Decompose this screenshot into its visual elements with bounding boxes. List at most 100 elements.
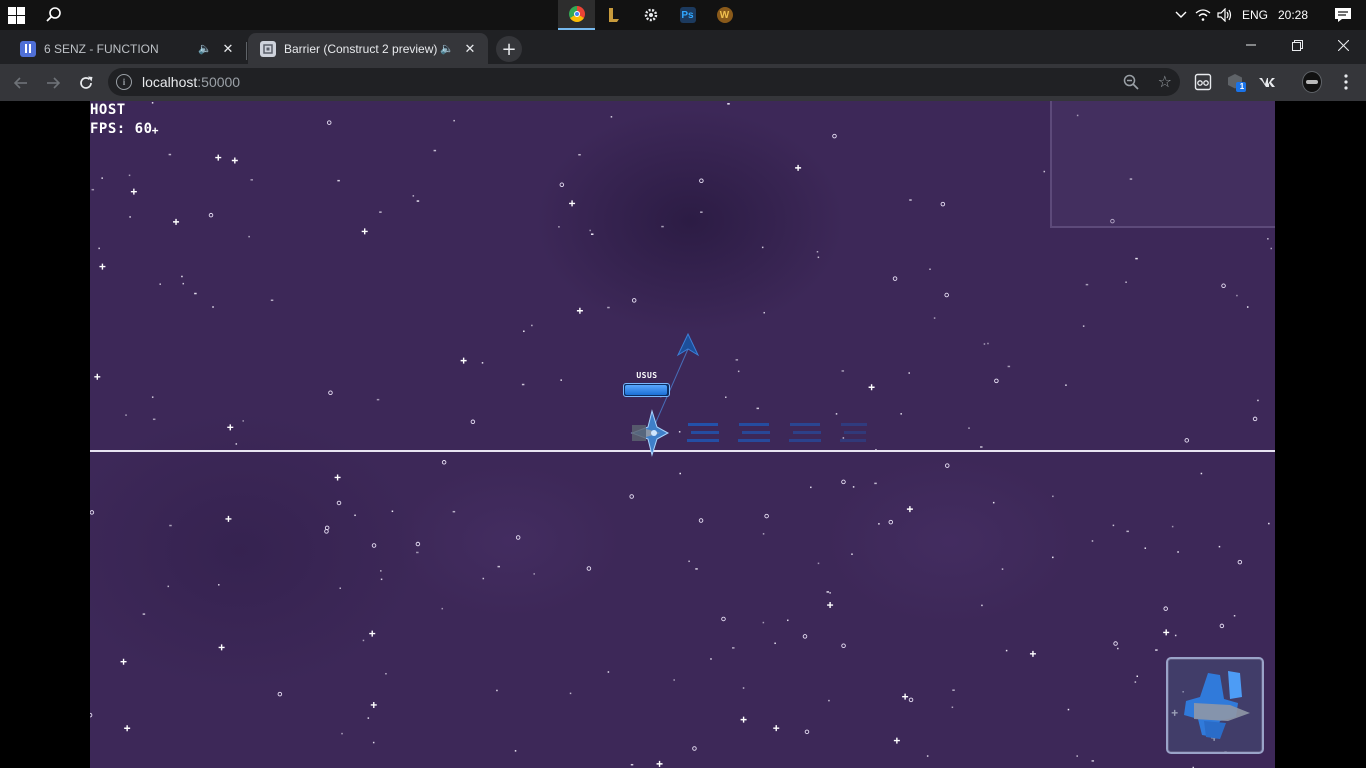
url-host: localhost	[142, 74, 198, 90]
star	[933, 317, 936, 319]
taskbar-app-warcraft[interactable]: W	[706, 0, 743, 30]
minimize-icon[interactable]	[1228, 30, 1274, 60]
star	[1135, 257, 1138, 260]
star	[560, 379, 562, 381]
star	[841, 479, 846, 485]
star	[370, 701, 377, 708]
star	[804, 729, 810, 735]
url-text[interactable]: localhost:50000	[142, 74, 240, 90]
new-tab-button[interactable]: +	[496, 36, 522, 62]
star	[1200, 472, 1203, 475]
ability-card[interactable]	[1166, 657, 1264, 754]
close-tab-icon[interactable]: ✕	[462, 41, 478, 57]
star	[735, 359, 739, 361]
star	[371, 543, 377, 548]
star	[892, 276, 898, 281]
star	[727, 103, 730, 105]
taskbar-app-league[interactable]	[595, 0, 632, 30]
engine-trail	[789, 423, 821, 442]
back-icon[interactable]	[8, 70, 34, 96]
star	[362, 639, 365, 642]
star	[740, 716, 747, 723]
star	[94, 373, 101, 380]
star	[710, 658, 712, 660]
language-indicator[interactable]: ENG	[1242, 8, 1268, 22]
star	[130, 188, 137, 195]
search-icon[interactable]	[44, 5, 64, 25]
star	[827, 602, 834, 609]
star	[1052, 556, 1054, 559]
star	[987, 342, 989, 345]
taskbar-app-photoshop[interactable]: Ps	[669, 0, 706, 30]
menu-kebab-icon[interactable]	[1336, 72, 1356, 92]
forward-icon[interactable]	[40, 70, 66, 96]
star	[630, 763, 634, 766]
star	[828, 699, 830, 702]
star	[810, 486, 812, 489]
star	[1117, 647, 1119, 650]
star	[1091, 540, 1094, 542]
star	[926, 755, 929, 757]
profile-avatar-icon[interactable]	[1302, 71, 1322, 93]
clock[interactable]: 20:28	[1278, 8, 1308, 22]
volume-icon[interactable]	[1214, 0, 1236, 30]
star	[829, 592, 831, 594]
star	[929, 268, 931, 270]
star	[336, 500, 342, 506]
star	[1163, 629, 1170, 636]
vk-icon[interactable]	[1257, 72, 1277, 92]
star	[1218, 545, 1221, 548]
star	[1221, 283, 1226, 289]
page-viewport: HOST FPS: 60 USUS	[0, 101, 1366, 768]
reload-icon[interactable]	[73, 70, 99, 96]
star	[225, 515, 232, 522]
close-window-icon[interactable]	[1320, 30, 1366, 60]
star	[968, 427, 970, 429]
star	[497, 565, 501, 568]
star	[277, 691, 283, 697]
star	[452, 510, 456, 513]
star	[590, 233, 594, 235]
star	[120, 658, 127, 665]
zoom-out-icon[interactable]	[1122, 73, 1140, 91]
speaker-icon[interactable]: 🔈	[440, 42, 454, 55]
speaker-icon[interactable]: 🔈	[198, 42, 212, 55]
star	[433, 149, 437, 152]
bookmark-star-icon[interactable]: ☆	[1158, 72, 1172, 91]
star	[194, 292, 197, 295]
star	[227, 424, 234, 431]
chevron-up-icon[interactable]	[1170, 0, 1192, 30]
extension-badge: 1	[1239, 82, 1245, 91]
construct-icon	[260, 40, 276, 57]
star	[376, 398, 380, 401]
star	[1076, 755, 1078, 757]
star	[874, 482, 877, 485]
star	[415, 541, 421, 547]
game-canvas[interactable]: HOST FPS: 60 USUS	[90, 101, 1275, 768]
star	[412, 195, 415, 197]
star	[372, 741, 375, 744]
star	[361, 228, 368, 235]
browser-toolbar: i localhost:50000 ☆ 1	[0, 64, 1366, 101]
star	[1134, 681, 1137, 683]
site-info-icon[interactable]: i	[116, 74, 132, 90]
notifications-icon[interactable]	[1328, 0, 1358, 30]
star	[576, 307, 583, 314]
star	[559, 182, 565, 188]
star	[607, 306, 610, 309]
star	[515, 535, 521, 540]
close-tab-icon[interactable]: ✕	[220, 41, 236, 57]
extension-cube-icon[interactable]: 1	[1226, 72, 1246, 92]
tab-barrier[interactable]: Barrier (Construct 2 preview) 🔈 ✕	[248, 33, 488, 64]
extension-glasses-icon[interactable]	[1193, 72, 1213, 92]
taskbar-app-chrome[interactable]	[558, 0, 595, 30]
star	[391, 510, 394, 513]
star	[852, 486, 855, 488]
restore-icon[interactable]	[1274, 30, 1320, 60]
windows-start-icon[interactable]	[8, 7, 25, 24]
star	[441, 607, 444, 610]
wifi-icon[interactable]	[1192, 0, 1214, 30]
tab-music[interactable]: 6 SENZ - FUNCTION 🔈 ✕	[8, 33, 246, 64]
address-bar[interactable]: i localhost:50000 ☆	[108, 68, 1180, 96]
taskbar-app-settings[interactable]	[632, 0, 669, 30]
